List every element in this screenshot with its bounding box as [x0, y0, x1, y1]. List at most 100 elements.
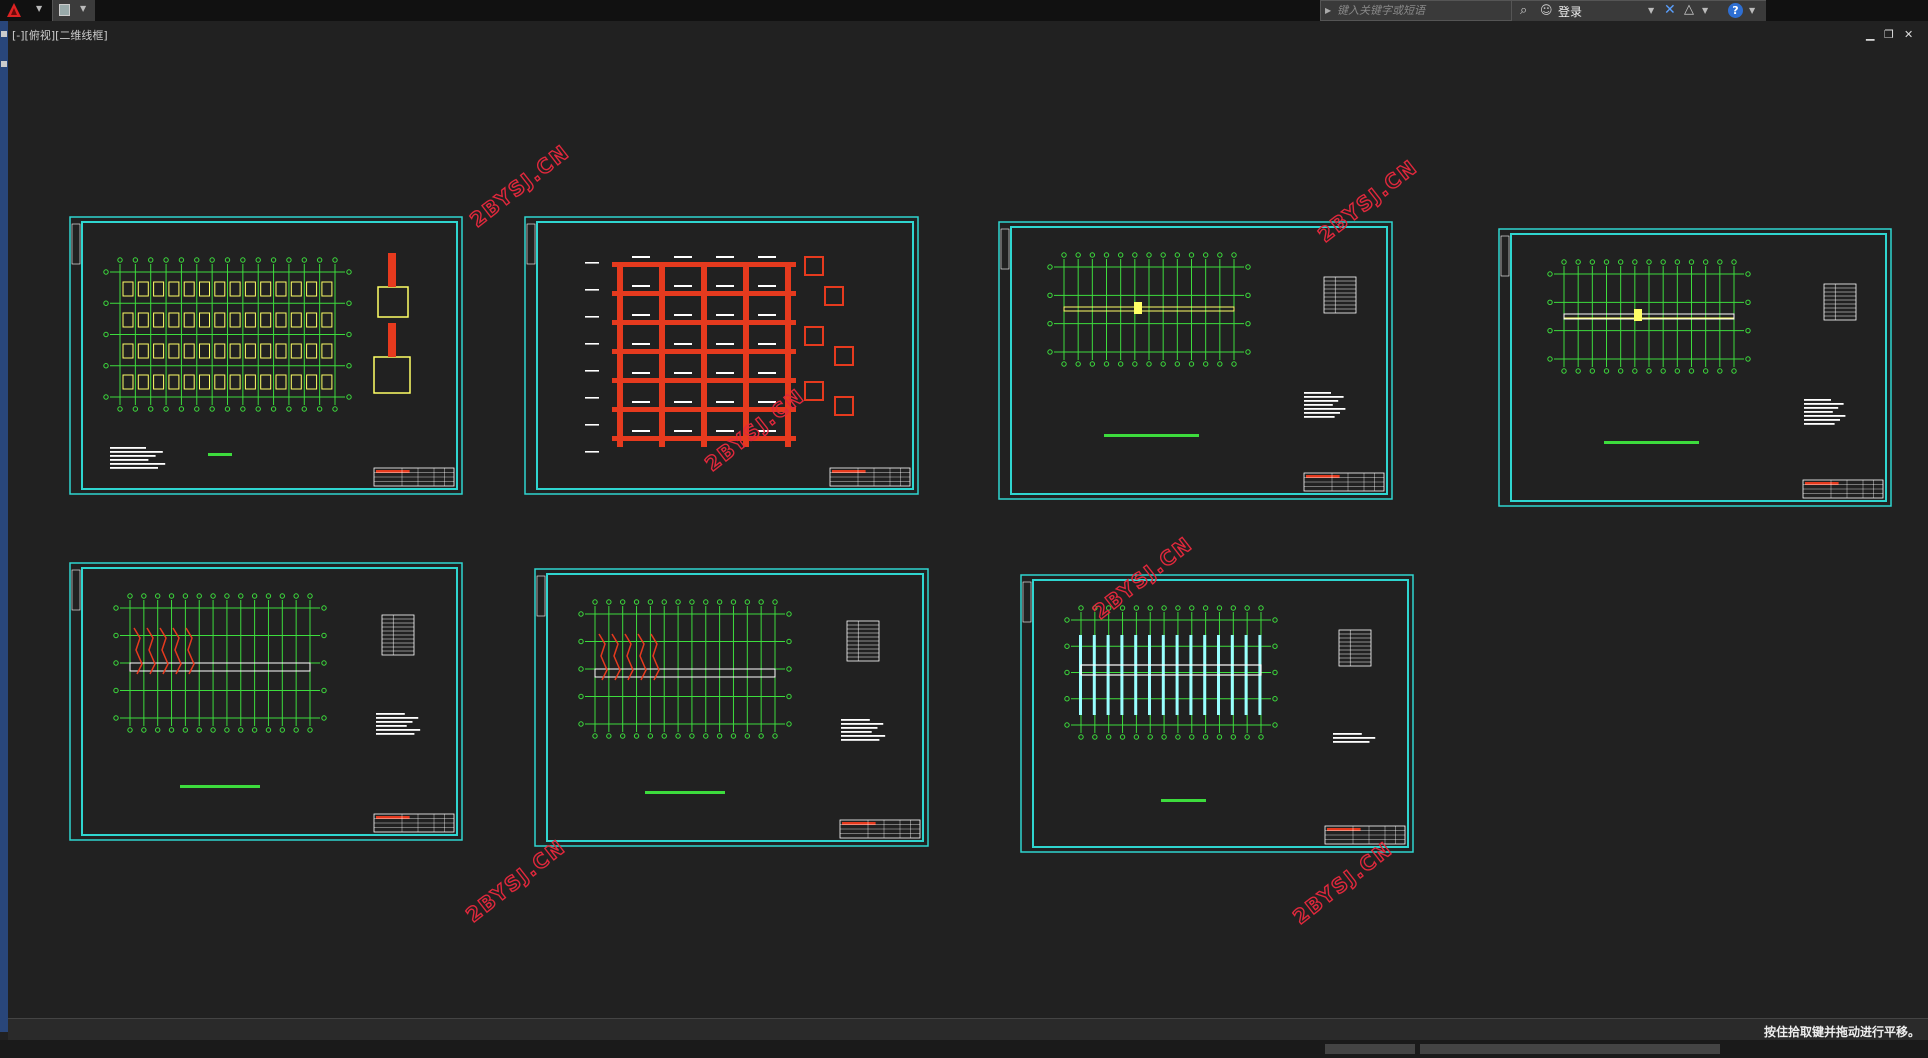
axis-bubble — [255, 257, 261, 263]
stair-column — [1134, 302, 1142, 314]
stair-column — [1634, 309, 1642, 321]
axis-bubble — [1061, 361, 1067, 367]
axis-bubble — [1092, 605, 1098, 611]
axis-bubble — [1745, 356, 1751, 362]
minimize-icon[interactable]: ▁ — [1866, 28, 1874, 41]
frame-beam — [1230, 635, 1234, 715]
axis-bubble — [578, 721, 584, 727]
axis-bubble — [1075, 361, 1081, 367]
drawing-title-underline — [1604, 441, 1699, 444]
axis-bubble — [321, 715, 327, 721]
axis-bubble — [1133, 734, 1140, 740]
quick-access-toolbar: ▼ — [52, 0, 95, 21]
expand-icon[interactable]: ▶ — [1325, 1, 1331, 20]
search-input[interactable]: ▶ 键入关键字或短语 — [1320, 0, 1512, 21]
note-line — [110, 447, 146, 449]
footing — [275, 343, 287, 359]
footing-detail — [377, 286, 409, 318]
axis-bubble — [1674, 259, 1681, 265]
axis-bubble — [127, 727, 133, 733]
autocad-app-icon — [7, 3, 21, 17]
viewport-label[interactable]: [-][俯视][二维线框] — [12, 27, 108, 43]
dimension-text — [674, 401, 692, 403]
axis-bubble — [689, 599, 695, 605]
footing — [306, 312, 318, 328]
app-menu-button[interactable]: ▼ — [2, 0, 48, 21]
dimension-text — [758, 343, 776, 345]
scrollbar-track[interactable] — [1420, 1044, 1720, 1054]
tool-icon[interactable] — [1, 61, 7, 67]
scrollbar-thumb[interactable] — [1325, 1044, 1415, 1054]
help-icon[interactable]: ? — [1728, 3, 1743, 18]
dimension-text — [632, 314, 650, 316]
binoculars-icon[interactable]: ⌕ — [1520, 3, 1527, 18]
axis-bubble — [1245, 320, 1251, 327]
footing-detail — [373, 356, 411, 394]
corridor-beam — [594, 668, 776, 678]
frame-column — [743, 262, 749, 447]
axis-bubble — [1245, 264, 1251, 270]
note-line — [1304, 412, 1340, 414]
footing — [229, 343, 241, 359]
level-mark — [585, 289, 599, 291]
restore-icon[interactable]: ❐ — [1884, 28, 1894, 41]
chevron-down-icon[interactable]: ▼ — [1749, 6, 1755, 15]
footing — [321, 374, 333, 390]
axis-bubble — [194, 406, 200, 412]
axis-bubble — [103, 331, 109, 338]
save-icon[interactable] — [59, 4, 70, 16]
footing — [290, 374, 302, 390]
axis-bubble — [1216, 605, 1223, 611]
axis-bubble — [1061, 252, 1067, 258]
footing — [137, 281, 149, 297]
title-block-stripe — [832, 470, 866, 473]
chevron-down-icon[interactable]: ▼ — [80, 4, 86, 13]
footing — [290, 343, 302, 359]
title-block-stripe — [376, 470, 410, 473]
footing — [122, 374, 134, 390]
column-section — [824, 286, 844, 306]
chevron-down-icon[interactable]: ▼ — [1648, 6, 1654, 15]
watermark-text: 2BYSJ.CN — [1088, 532, 1197, 624]
axis-bubble — [1160, 361, 1166, 367]
dimension-text — [632, 372, 650, 374]
axis-bubble — [1272, 669, 1278, 676]
axis-bubble — [1174, 252, 1181, 258]
axis-bubble — [1161, 605, 1167, 611]
tool-icon[interactable] — [1, 31, 7, 37]
note-line — [110, 451, 163, 453]
level-mark — [585, 370, 599, 372]
sheet-outer-border — [534, 568, 929, 847]
level-mark — [585, 262, 599, 264]
axis-bubble — [1575, 368, 1581, 374]
axis-bubble — [346, 363, 352, 369]
axis-bubble — [606, 599, 612, 605]
axis-bubble — [1745, 271, 1751, 277]
note-line — [1804, 407, 1839, 409]
note-line — [1304, 396, 1344, 398]
note-line — [1304, 392, 1331, 394]
axis-bubble — [163, 257, 169, 263]
login-button[interactable]: 登录 — [1558, 3, 1582, 20]
chevron-down-icon[interactable]: ▼ — [1702, 6, 1708, 15]
axis-bubble — [178, 406, 185, 412]
axis-bubble — [1175, 605, 1181, 611]
axis-bubble — [163, 406, 169, 412]
drawing-sheet — [1020, 574, 1414, 853]
a360-icon[interactable]: △ — [1684, 2, 1694, 17]
drawing-title-underline — [208, 453, 232, 456]
close-icon[interactable]: ✕ — [1904, 28, 1913, 41]
axis-bubble — [786, 693, 792, 700]
axis-bubble — [1146, 252, 1152, 258]
axis-bubble — [1161, 734, 1167, 740]
note-line — [1333, 733, 1362, 735]
frame-beam — [612, 436, 796, 441]
chevron-down-icon[interactable]: ▼ — [36, 4, 42, 13]
axis-bubble — [578, 693, 584, 700]
axis-bubble — [703, 599, 709, 605]
status-bar: 按住拾取键并拖动进行平移。 — [8, 1018, 1928, 1040]
note-line — [1304, 408, 1346, 410]
note-line — [1804, 399, 1831, 401]
exchange-x-icon[interactable]: ✕ — [1664, 2, 1676, 18]
title-block-stripe — [1805, 482, 1839, 485]
